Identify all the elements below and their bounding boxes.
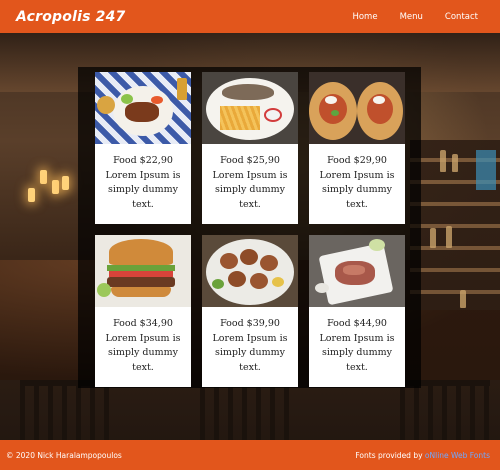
- card-text: Food $34,90 Lorem Ipsum is simply dummy …: [95, 307, 191, 387]
- tv-screen: [476, 150, 496, 190]
- food-photo-fish-chips: [202, 72, 298, 144]
- bar-stool: [20, 380, 110, 440]
- bottle: [460, 290, 466, 308]
- bottle: [440, 150, 446, 172]
- pendant-lamp: [40, 170, 47, 184]
- card-text: Food $22,90 Lorem Ipsum is simply dummy …: [95, 144, 191, 224]
- card-desc: Lorem Ipsum is: [212, 332, 288, 344]
- food-photo-burger: [95, 235, 191, 307]
- menu-grid: Food $22,90 Lorem Ipsum is simply dummy …: [95, 72, 405, 387]
- main-nav: Home Menu Contact: [330, 12, 478, 22]
- card-desc: text.: [132, 361, 154, 373]
- nav-home-link[interactable]: Home: [352, 12, 377, 22]
- nav-contact-link[interactable]: Contact: [445, 12, 478, 22]
- card-desc: simply dummy: [214, 347, 285, 358]
- food-photo-sliced-meat: [309, 235, 405, 307]
- card-text: Food $44,90 Lorem Ipsum is simply dummy …: [309, 307, 405, 387]
- fonts-provider-link[interactable]: oNline Web Fonts: [425, 451, 490, 460]
- fonts-credit: Fonts provided by oNline Web Fonts: [355, 451, 490, 460]
- card-price: Food $44,90: [327, 318, 387, 329]
- card-desc: text.: [346, 361, 368, 373]
- food-photo-steak: [95, 72, 191, 144]
- card-desc: simply dummy: [107, 184, 178, 195]
- site-header: Acropolis 247 Home Menu Contact: [0, 0, 500, 33]
- copyright-text: © 2020 Nick Haralampopoulos: [6, 450, 122, 460]
- bar-stool: [400, 380, 490, 440]
- menu-card[interactable]: Food $44,90 Lorem Ipsum is simply dummy …: [309, 235, 405, 387]
- bar-stool: [200, 380, 290, 440]
- card-text: Food $39,90 Lorem Ipsum is simply dummy …: [202, 307, 298, 387]
- bottle: [452, 154, 458, 172]
- site-logo[interactable]: Acropolis 247: [16, 9, 126, 25]
- fonts-credit-prefix: Fonts provided by: [355, 450, 425, 460]
- site-footer: © 2020 Nick Haralampopoulos Fonts provid…: [0, 440, 500, 470]
- card-desc: text.: [132, 198, 154, 210]
- food-photo-gyros: [309, 72, 405, 144]
- card-desc: simply dummy: [321, 184, 392, 195]
- menu-card[interactable]: Food $39,90 Lorem Ipsum is simply dummy …: [202, 235, 298, 387]
- card-price: Food $22,90: [113, 155, 173, 166]
- card-price: Food $29,90: [327, 155, 387, 166]
- card-text: Food $25,90 Lorem Ipsum is simply dummy …: [202, 144, 298, 224]
- pendant-lamp: [28, 188, 35, 202]
- bottle: [430, 228, 436, 248]
- card-desc: Lorem Ipsum is: [319, 169, 395, 181]
- card-price: Food $39,90: [220, 318, 280, 329]
- food-photo-meatballs: [202, 235, 298, 307]
- card-desc: text.: [239, 198, 261, 210]
- card-desc: text.: [346, 198, 368, 210]
- card-text: Food $29,90 Lorem Ipsum is simply dummy …: [309, 144, 405, 224]
- card-desc: Lorem Ipsum is: [105, 169, 181, 181]
- card-desc: simply dummy: [214, 184, 285, 195]
- card-desc: simply dummy: [321, 347, 392, 358]
- card-desc: Lorem Ipsum is: [319, 332, 395, 344]
- nav-menu-link[interactable]: Menu: [400, 12, 423, 22]
- pendant-lamp: [52, 180, 59, 194]
- menu-panel: Food $22,90 Lorem Ipsum is simply dummy …: [78, 67, 421, 388]
- card-desc: text.: [239, 361, 261, 373]
- pendant-lamp: [62, 176, 69, 190]
- card-desc: Lorem Ipsum is: [105, 332, 181, 344]
- menu-card[interactable]: Food $29,90 Lorem Ipsum is simply dummy …: [309, 72, 405, 224]
- card-price: Food $34,90: [113, 318, 173, 329]
- menu-card[interactable]: Food $34,90 Lorem Ipsum is simply dummy …: [95, 235, 191, 387]
- bottle: [446, 226, 452, 248]
- card-price: Food $25,90: [220, 155, 280, 166]
- menu-card[interactable]: Food $22,90 Lorem Ipsum is simply dummy …: [95, 72, 191, 224]
- card-desc: simply dummy: [107, 347, 178, 358]
- card-desc: Lorem Ipsum is: [212, 169, 288, 181]
- menu-card[interactable]: Food $25,90 Lorem Ipsum is simply dummy …: [202, 72, 298, 224]
